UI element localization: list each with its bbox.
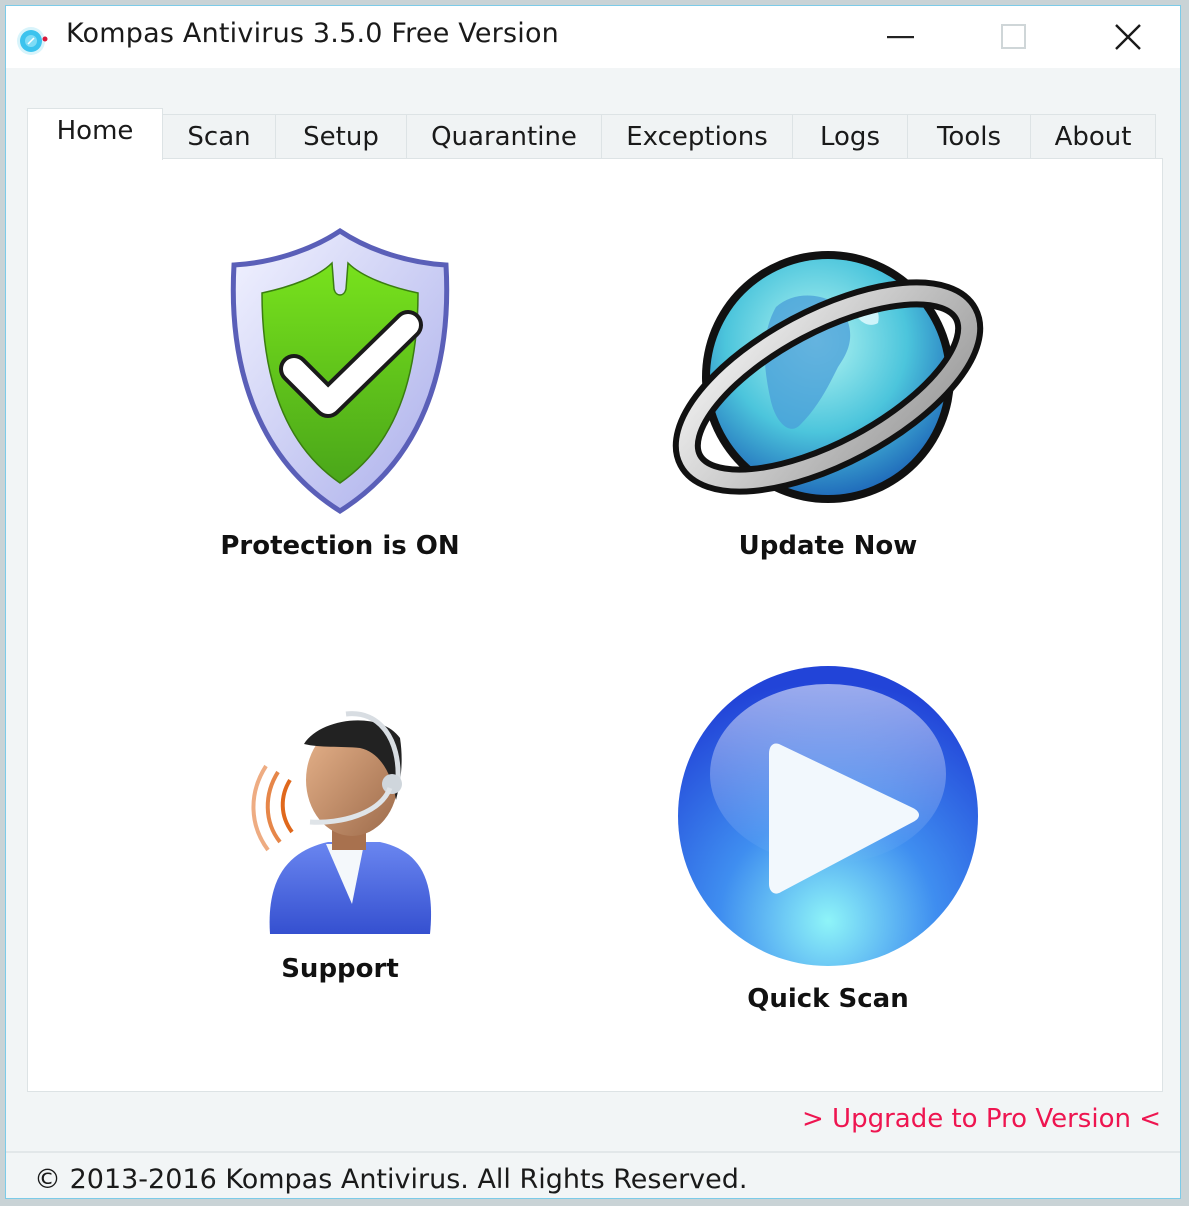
close-button[interactable] [1098,14,1158,60]
quick-scan-tile[interactable]: Quick Scan [638,664,1018,1014]
kompas-logo-icon [17,27,48,55]
close-icon [1115,24,1141,50]
minimize-button[interactable] [871,14,931,60]
tab-about[interactable]: About [1030,114,1156,158]
tab-exceptions[interactable]: Exceptions [601,114,793,158]
title-bar[interactable]: Kompas Antivirus 3.5.0 Free Version [6,6,1180,68]
protection-status-tile[interactable]: Protection is ON [150,221,530,561]
tab-quarantine[interactable]: Quarantine [406,114,602,158]
quick-scan-label: Quick Scan [747,984,909,1014]
window-title: Kompas Antivirus 3.5.0 Free Version [66,18,559,49]
status-bar-copyright: © 2013-2016 Kompas Antivirus. All Rights… [34,1164,748,1195]
support-tile[interactable]: Support [150,704,530,984]
minimize-icon [887,36,914,39]
app-window: Kompas Antivirus 3.5.0 Free Version Home… [5,5,1181,1199]
tab-scan[interactable]: Scan [162,114,276,158]
tab-home[interactable]: Home [27,108,163,160]
support-label: Support [281,954,399,984]
globe-icon [672,251,984,503]
play-icon [678,666,978,966]
tab-tools[interactable]: Tools [907,114,1031,158]
support-agent-icon [251,711,432,934]
maximize-icon [1001,24,1026,49]
tab-logs[interactable]: Logs [792,114,908,158]
protection-status-label: Protection is ON [220,531,460,561]
upgrade-pro-link[interactable]: > Upgrade to Pro Version < [802,1104,1161,1134]
shield-check-icon [230,227,450,514]
status-bar-divider [6,1151,1180,1153]
home-panel: Protection is ON Update Now Support Quic… [27,158,1163,1092]
tab-bar: Home Scan Setup Quarantine Exceptions Lo… [27,108,1160,160]
maximize-button[interactable] [984,14,1044,60]
update-now-tile[interactable]: Update Now [638,237,1018,561]
tab-setup[interactable]: Setup [275,114,407,158]
update-now-label: Update Now [738,531,918,561]
